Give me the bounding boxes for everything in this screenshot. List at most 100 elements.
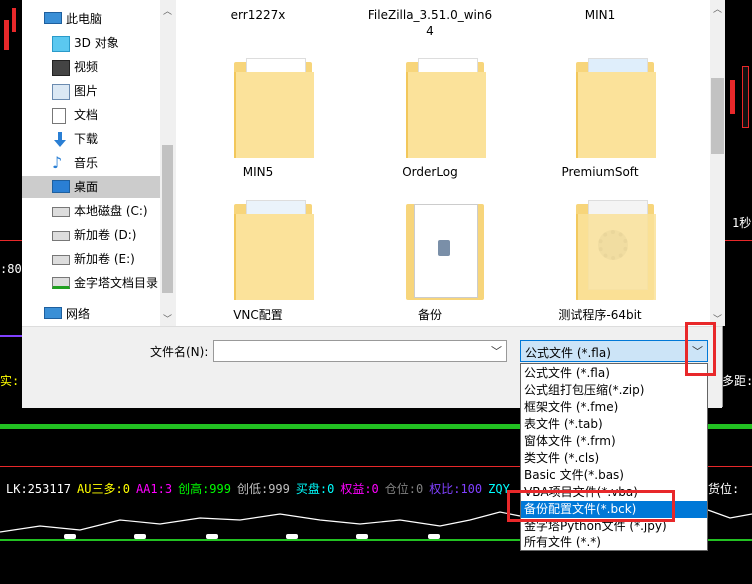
file-item-label: PremiumSoft (561, 165, 639, 179)
file-item-label: VNC配置 (233, 308, 283, 322)
documents-icon (52, 108, 66, 124)
file-label-filezilla[interactable]: FileZilla_3.51.0_win6 (360, 8, 500, 22)
drive-icon (52, 207, 70, 217)
dropdown-option[interactable]: 公式文件 (*.fla) (521, 365, 707, 382)
marker-5 (356, 534, 368, 539)
file-label-filezilla-cont[interactable]: 4 (360, 24, 500, 38)
file-item-vnc[interactable]: VNC配置 (188, 200, 328, 330)
scroll-up-arrow-icon[interactable]: ︿ (713, 2, 722, 15)
filetype-select[interactable]: 公式文件 (*.fla) ﹀ (520, 340, 708, 362)
file-item-label: OrderLog (402, 165, 458, 179)
file-label-min1[interactable]: MIN1 (530, 8, 670, 22)
left-label-80: :80 (0, 262, 22, 276)
dropdown-option[interactable]: 所有文件 (*.*) (521, 534, 707, 551)
candle-right-2 (742, 66, 749, 128)
file-item-test-program[interactable]: 测试程序-64bit (530, 200, 670, 330)
sidebar-scroll-thumb[interactable] (162, 145, 173, 293)
marker-1 (64, 534, 76, 539)
sidebar-item-music[interactable]: ♪ 音乐 (22, 152, 160, 174)
right-label-1s: 1秒 (732, 216, 752, 230)
sidebar-scroll-down[interactable]: ﹀ (163, 312, 172, 325)
filename-input[interactable]: ﹀ (213, 340, 507, 362)
indicator-curve-line (0, 511, 521, 533)
candle-left (4, 20, 9, 50)
3d-objects-icon (52, 36, 70, 52)
sidebar-item-this-pc[interactable]: 此电脑 (22, 8, 160, 30)
file-item-label: 备份 (417, 308, 442, 322)
folder-icon (234, 58, 314, 158)
sidebar-item-label: 新加卷 (D:) (74, 228, 137, 242)
sidebar-scroll-up[interactable]: ︿ (163, 4, 172, 17)
sidebar-item-drive-c[interactable]: 本地磁盘 (C:) (22, 200, 160, 222)
file-item-label: MIN5 (242, 165, 274, 179)
navigation-pane: 此电脑 3D 对象 视频 图片 文档 下载 ♪ 音乐 桌面 本地磁盘 (C:) … (22, 0, 175, 326)
sidebar-item-3d-objects[interactable]: 3D 对象 (22, 32, 160, 54)
folder-icon (406, 58, 486, 158)
sidebar-item-drive-e[interactable]: 新加卷 (E:) (22, 248, 160, 270)
file-item-premiumsoft[interactable]: PremiumSoft (530, 58, 670, 188)
file-item-backup[interactable]: 备份 (360, 200, 500, 330)
scroll-thumb[interactable] (711, 78, 724, 154)
filename-label: 文件名(N): (150, 345, 209, 359)
file-label-err1227x[interactable]: err1227x (188, 8, 328, 22)
folder-icon (234, 200, 314, 300)
file-item-orderlog[interactable]: OrderLog (360, 58, 500, 188)
video-icon (52, 60, 70, 76)
sidebar-item-label: 此电脑 (66, 12, 103, 26)
sidebar-item-label: 视频 (74, 60, 99, 74)
dropdown-option[interactable]: 类文件 (*.cls) (521, 450, 707, 467)
network-icon (44, 307, 62, 319)
sidebar-item-label: 3D 对象 (74, 36, 119, 50)
price-line (0, 240, 22, 241)
drive-icon (52, 231, 70, 241)
file-list: err1227x FileZilla_3.51.0_win6 4 MIN1 MI… (176, 0, 710, 326)
candle-left-2 (12, 8, 16, 32)
sidebar-item-pictures[interactable]: 图片 (22, 80, 160, 102)
filetype-selected-value: 公式文件 (*.fla) (525, 346, 611, 360)
file-item-label: 测试程序-64bit (558, 308, 642, 322)
dropdown-option[interactable]: Basic 文件(*.bas) (521, 467, 707, 484)
file-list-scrollbar[interactable]: ︿ ﹀ (710, 0, 725, 326)
sidebar-item-label: 桌面 (74, 180, 99, 194)
chevron-down-icon[interactable]: ﹀ (491, 343, 502, 359)
sidebar-item-label: 网络 (66, 307, 91, 321)
folder-icon (576, 200, 656, 300)
marker-2 (134, 534, 146, 539)
sidebar-item-label: 新加卷 (E:) (74, 252, 135, 266)
sidebar-item-drive-d[interactable]: 新加卷 (D:) (22, 224, 160, 246)
computer-icon (44, 12, 62, 24)
sidebar-item-network[interactable]: 网络 (22, 303, 160, 325)
sidebar-item-videos[interactable]: 视频 (22, 56, 160, 78)
right-label-duoju: 多距: (722, 374, 752, 388)
filetype-dropdown-list: 公式文件 (*.fla) 公式组打包压缩(*.zip) 框架文件 (*.fme)… (520, 363, 708, 551)
marker-6 (428, 534, 440, 539)
sidebar-item-downloads[interactable]: 下载 (22, 128, 160, 150)
dropdown-option[interactable]: 表文件 (*.tab) (521, 416, 707, 433)
left-label-shi: 实: (0, 374, 20, 388)
file-icon (406, 200, 484, 300)
dropdown-option[interactable]: 公式组打包压缩(*.zip) (521, 382, 707, 399)
sidebar-item-label: 文档 (74, 108, 99, 122)
candle-right (730, 80, 735, 114)
pictures-icon (52, 84, 70, 100)
sidebar-item-pyramid-docs[interactable]: 金字塔文档目录 (22, 272, 160, 294)
dropdown-option[interactable]: 框架文件 (*.fme) (521, 399, 707, 416)
music-icon: ♪ (52, 153, 63, 172)
folder-icon (576, 58, 656, 158)
sidebar-item-documents[interactable]: 文档 (22, 104, 160, 126)
sidebar-item-desktop[interactable]: 桌面 (22, 176, 160, 198)
sidebar-item-label: 图片 (74, 84, 99, 98)
marker-3 (206, 534, 218, 539)
drive-icon (52, 255, 70, 265)
sidebar-scrollbar[interactable]: ︿ ﹀ (160, 0, 175, 326)
sidebar-item-label: 金字塔文档目录 (74, 276, 159, 290)
file-item-min5[interactable]: MIN5 (188, 58, 328, 188)
annotation-box-backup-option (507, 490, 675, 522)
download-icon (52, 132, 68, 147)
sidebar-item-label: 下载 (74, 132, 99, 146)
sidebar-item-label: 音乐 (74, 156, 99, 170)
network-drive-icon (52, 277, 70, 289)
dropdown-option[interactable]: 窗体文件 (*.frm) (521, 433, 707, 450)
marker-4 (286, 534, 298, 539)
price-line-right (722, 240, 752, 241)
